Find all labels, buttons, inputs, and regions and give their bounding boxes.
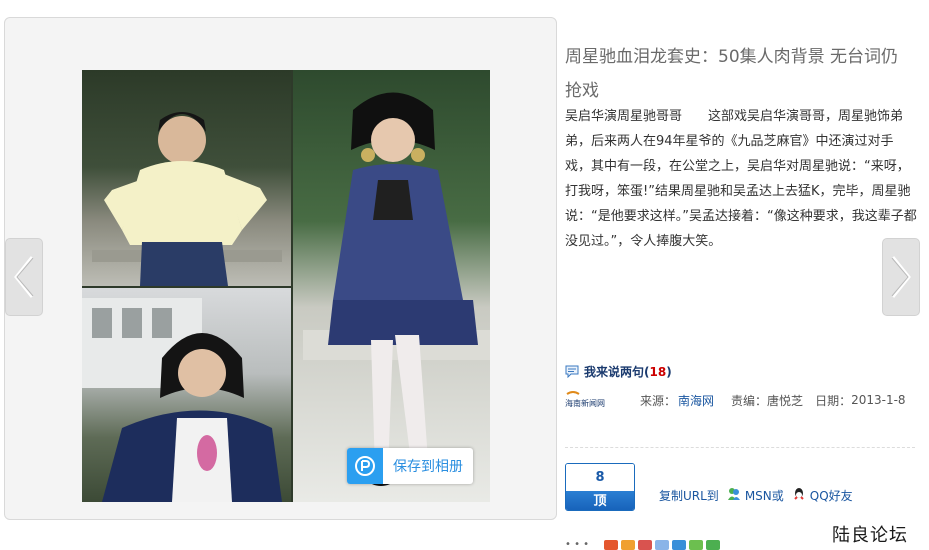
copy-url-link[interactable]: 复制URL到 (659, 487, 719, 504)
vote-up-button[interactable]: 8 顶 (565, 463, 635, 511)
logo-text: 海南新闻网 (565, 398, 605, 408)
photo-panel-woman (293, 70, 490, 502)
msn-link[interactable]: MSN或 (745, 487, 784, 504)
msn-icon (727, 487, 741, 504)
share-icon-4[interactable] (655, 539, 670, 550)
article-photo[interactable]: 保存到相册 (82, 70, 490, 502)
section-divider (565, 447, 915, 448)
share-icons-row: • • • (565, 539, 721, 550)
comment-label: 我来说两句 (584, 365, 645, 379)
share-icon-5[interactable] (672, 539, 687, 550)
share-icon-1[interactable] (604, 539, 619, 550)
chevron-left-icon (14, 256, 34, 298)
qq-link[interactable]: QQ好友 (810, 487, 853, 504)
vote-count: 8 (566, 464, 634, 491)
editor-label: 责编： (731, 393, 768, 408)
image-viewer: 保存到相册 (4, 17, 557, 520)
qq-icon (792, 487, 806, 504)
save-to-album-label: 保存到相册 (393, 459, 463, 475)
comment-bubble-icon (565, 365, 579, 378)
share-icon-6[interactable] (689, 539, 704, 550)
save-to-album-button[interactable]: 保存到相册 (347, 448, 473, 484)
article-meta: 海南新闻网 来源： 南海网 责编： 唐悦芝 日期： 2013-1-8 (565, 388, 920, 412)
article-title: 周星驰血泪龙套史：50集人肉背景 无台词仍抢戏 (565, 47, 899, 101)
share-row-label: • • • (565, 539, 590, 550)
comment-link[interactable]: 我来说两句 (18) (565, 363, 672, 380)
vote-label: 顶 (566, 491, 634, 510)
source-link[interactable]: 南海网 (678, 392, 714, 409)
share-icon-2[interactable] (621, 539, 636, 550)
forum-watermark: 陆良论坛 (832, 525, 908, 546)
date-label: 日期： (815, 393, 852, 408)
photo-panel-man (82, 70, 291, 286)
share-icon-7[interactable] (706, 539, 721, 550)
prev-image-button[interactable] (5, 238, 43, 316)
news-site-logo: 海南新闻网 (565, 390, 617, 410)
source-label: 来源： (640, 393, 677, 408)
article-date: 2013-1-8 (851, 393, 906, 407)
share-icon-3[interactable] (638, 539, 653, 550)
photo-panel-girl-jacket (82, 288, 291, 502)
article-body: 吴启华演周星驰哥哥 这部戏吴启华演哥哥，周星驰饰弟弟，后来两人在94年星爷的《九… (565, 109, 917, 249)
comment-count: 18 (649, 364, 667, 379)
save-album-icon (347, 448, 383, 484)
comment-count-close: ) (666, 364, 672, 379)
share-bar: 复制URL到 MSN或 QQ好友 (659, 487, 853, 504)
editor-name: 唐悦芝 (767, 393, 804, 408)
